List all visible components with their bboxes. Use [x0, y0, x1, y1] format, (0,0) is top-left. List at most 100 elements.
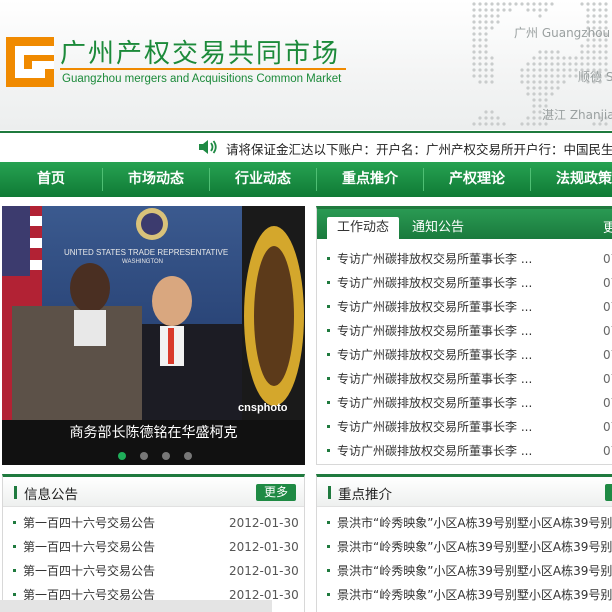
news-item-title[interactable]: 专访广州碳排放权交易所董事长李 ... [337, 439, 532, 463]
news-item-title[interactable]: 专访广州碳排放权交易所董事长李 ... [337, 247, 532, 271]
bullet-icon [327, 305, 330, 308]
news-item-title[interactable]: 专访广州碳排放权交易所董事长李 ... [337, 271, 532, 295]
bullet-icon [327, 377, 330, 380]
news-item-title[interactable]: 专访广州碳排放权交易所董事长李 ... [337, 391, 532, 415]
news-item-date: 07 [603, 252, 612, 266]
bullet-icon [327, 521, 330, 524]
tab-work-news[interactable]: 工作动态 [327, 217, 399, 239]
news-item-date: 07 [603, 396, 612, 410]
bullet-icon [13, 521, 16, 524]
info-more-button[interactable]: 更多 [256, 484, 296, 501]
slide-dot-3[interactable] [162, 452, 170, 460]
info-item-title[interactable]: 第一百四十六号交易公告 [23, 535, 155, 559]
featured-item-title[interactable]: 景洪市“岭秀映象”小区A栋39号别墅小区A栋39号别 [337, 583, 612, 607]
featured-item[interactable]: 景洪市“岭秀映象”小区A栋39号别墅小区A栋39号别 [317, 511, 612, 535]
nav-featured[interactable]: 重点推介 [318, 162, 422, 197]
info-panel-header: 信息公告 更多 [3, 477, 304, 507]
bullet-icon [13, 545, 16, 548]
news-item[interactable]: 专访广州碳排放权交易所董事长李 ... 07 [317, 391, 612, 415]
slide-photo[interactable] [2, 206, 305, 420]
news-item[interactable]: 专访广州碳排放权交易所董事长李 ... 07 [317, 295, 612, 319]
nav-separator [530, 168, 531, 191]
nav-market-news[interactable]: 市场动态 [104, 162, 208, 197]
bullet-icon [327, 425, 330, 428]
nav-home[interactable]: 首页 [0, 162, 102, 197]
header-accent [328, 486, 331, 499]
featured-item[interactable]: 景洪市“岭秀映象”小区A栋39号别墅小区A栋39号别 [317, 559, 612, 583]
header-accent [14, 486, 17, 499]
news-more-link[interactable]: 更 [603, 217, 612, 236]
news-panel: 工作动态 通知公告 更 专访广州碳排放权交易所董事长李 ...07专访广州碳排放… [316, 206, 612, 465]
news-item-title[interactable]: 专访广州碳排放权交易所董事长李 ... [337, 415, 532, 439]
news-item-date: 07 [603, 324, 612, 338]
slide-dot-4[interactable] [184, 452, 192, 460]
news-item-date: 07 [603, 348, 612, 362]
news-item-date: 07 [603, 420, 612, 434]
slide-dot-2[interactable] [140, 452, 148, 460]
tab-notices[interactable]: 通知公告 [403, 217, 473, 239]
photo-watermark: cnsphoto [238, 402, 288, 414]
news-item[interactable]: 专访广州碳排放权交易所董事长李 ... 07 [317, 367, 612, 391]
slide-sign-text: UNITED STATES TRADE REPRESENTATIVE [64, 248, 229, 257]
bullet-icon [327, 353, 330, 356]
nav-industry-news[interactable]: 行业动态 [211, 162, 315, 197]
logo-icon [6, 37, 54, 87]
news-item[interactable]: 专访广州碳排放权交易所董事长李 ... 07 [317, 439, 612, 463]
news-item[interactable]: 专访广州碳排放权交易所董事长李 ... 07 [317, 343, 612, 367]
featured-panel: 重点推介 景洪市“岭秀映象”小区A栋39号别墅小区A栋39号别 景洪市“岭秀映象”… [316, 474, 612, 612]
news-item-title[interactable]: 专访广州碳排放权交易所董事长李 ... [337, 319, 532, 343]
city-guangzhou: 广州 Guangzhou [514, 26, 611, 40]
news-item-title[interactable]: 专访广州碳排放权交易所董事长李 ... [337, 343, 532, 367]
nav-regulations[interactable]: 法规政策 [540, 162, 612, 197]
news-item[interactable]: 专访广州碳排放权交易所董事长李 ... 07 [317, 319, 612, 343]
news-item-date: 07 [603, 372, 612, 386]
info-panel-title: 信息公告 [24, 487, 78, 503]
info-item-title[interactable]: 第一百四十六号交易公告 [23, 511, 155, 535]
bullet-icon [327, 569, 330, 572]
news-item-date: 07 [603, 444, 612, 458]
news-item-date: 07 [603, 300, 612, 314]
news-item[interactable]: 专访广州碳排放权交易所董事长李 ... 07 [317, 247, 612, 271]
bullet-icon [327, 545, 330, 548]
featured-item[interactable]: 景洪市“岭秀映象”小区A栋39号别墅小区A栋39号别 [317, 583, 612, 607]
info-item[interactable]: 第一百四十六号交易公告 2012-01-30 [3, 535, 304, 559]
bullet-icon [327, 593, 330, 596]
nav-separator [102, 168, 103, 191]
main-nav: 首页 市场动态 行业动态 重点推介 产权理论 法规政策 [0, 162, 612, 197]
slide-dot-1[interactable] [118, 452, 126, 460]
info-item-date: 2012-01-30 [229, 516, 299, 530]
info-item[interactable]: 第一百四十六号交易公告 2012-01-30 [3, 511, 304, 535]
news-item-title[interactable]: 专访广州碳排放权交易所董事长李 ... [337, 295, 532, 319]
info-item-date: 2012-01-30 [229, 540, 299, 554]
news-item[interactable]: 专访广州碳排放权交易所董事长李 ... 07 [317, 415, 612, 439]
featured-item[interactable]: 景洪市“岭秀映象”小区A栋39号别墅小区A栋39号别 [317, 535, 612, 559]
featured-item-title[interactable]: 景洪市“岭秀映象”小区A栋39号别墅小区A栋39号别 [337, 559, 612, 583]
slide-caption[interactable]: 商务部长陈德铭在华盛柯克 [2, 420, 305, 446]
nav-theory[interactable]: 产权理论 [425, 162, 529, 197]
nav-separator [423, 168, 424, 191]
info-item-title[interactable]: 第一百四十六号交易公告 [23, 559, 155, 583]
featured-item-title[interactable]: 景洪市“岭秀映象”小区A栋39号别墅小区A栋39号别 [337, 535, 612, 559]
bullet-icon [327, 281, 330, 284]
page: 广州产权交易共同市场 Guangzhou mergers and Acquisi… [0, 0, 612, 612]
featured-more-button[interactable] [605, 484, 612, 501]
news-item[interactable]: 专访广州碳排放权交易所董事长李 ... 07 [317, 271, 612, 295]
scroll-strip [0, 600, 272, 612]
bullet-icon [327, 257, 330, 260]
info-item[interactable]: 第一百四十六号交易公告 2012-01-30 [3, 559, 304, 583]
featured-panel-title: 重点推介 [338, 487, 392, 503]
slide-pagination [2, 446, 305, 465]
bullet-icon [327, 401, 330, 404]
bullet-icon [13, 593, 16, 596]
news-item-date: 07 [603, 276, 612, 290]
bullet-icon [13, 569, 16, 572]
news-item-title[interactable]: 专访广州碳排放权交易所董事长李 ... [337, 367, 532, 391]
notice-marquee[interactable]: 请将保证金汇达以下账户：开户名：广州产权交易所开户行：中国民生银行 [226, 139, 612, 158]
site-subtitle: Guangzhou mergers and Acquisitions Commo… [62, 73, 342, 85]
featured-panel-header: 重点推介 [317, 477, 612, 507]
speaker-icon [199, 140, 217, 154]
city-shunde: 顺德 S [578, 70, 612, 84]
featured-item-title[interactable]: 景洪市“岭秀映象”小区A栋39号别墅小区A栋39号别 [337, 511, 612, 535]
info-panel: 信息公告 更多 第一百四十六号交易公告 2012-01-30 第一百四十六号交易公告… [2, 474, 305, 612]
nav-separator [316, 168, 317, 191]
